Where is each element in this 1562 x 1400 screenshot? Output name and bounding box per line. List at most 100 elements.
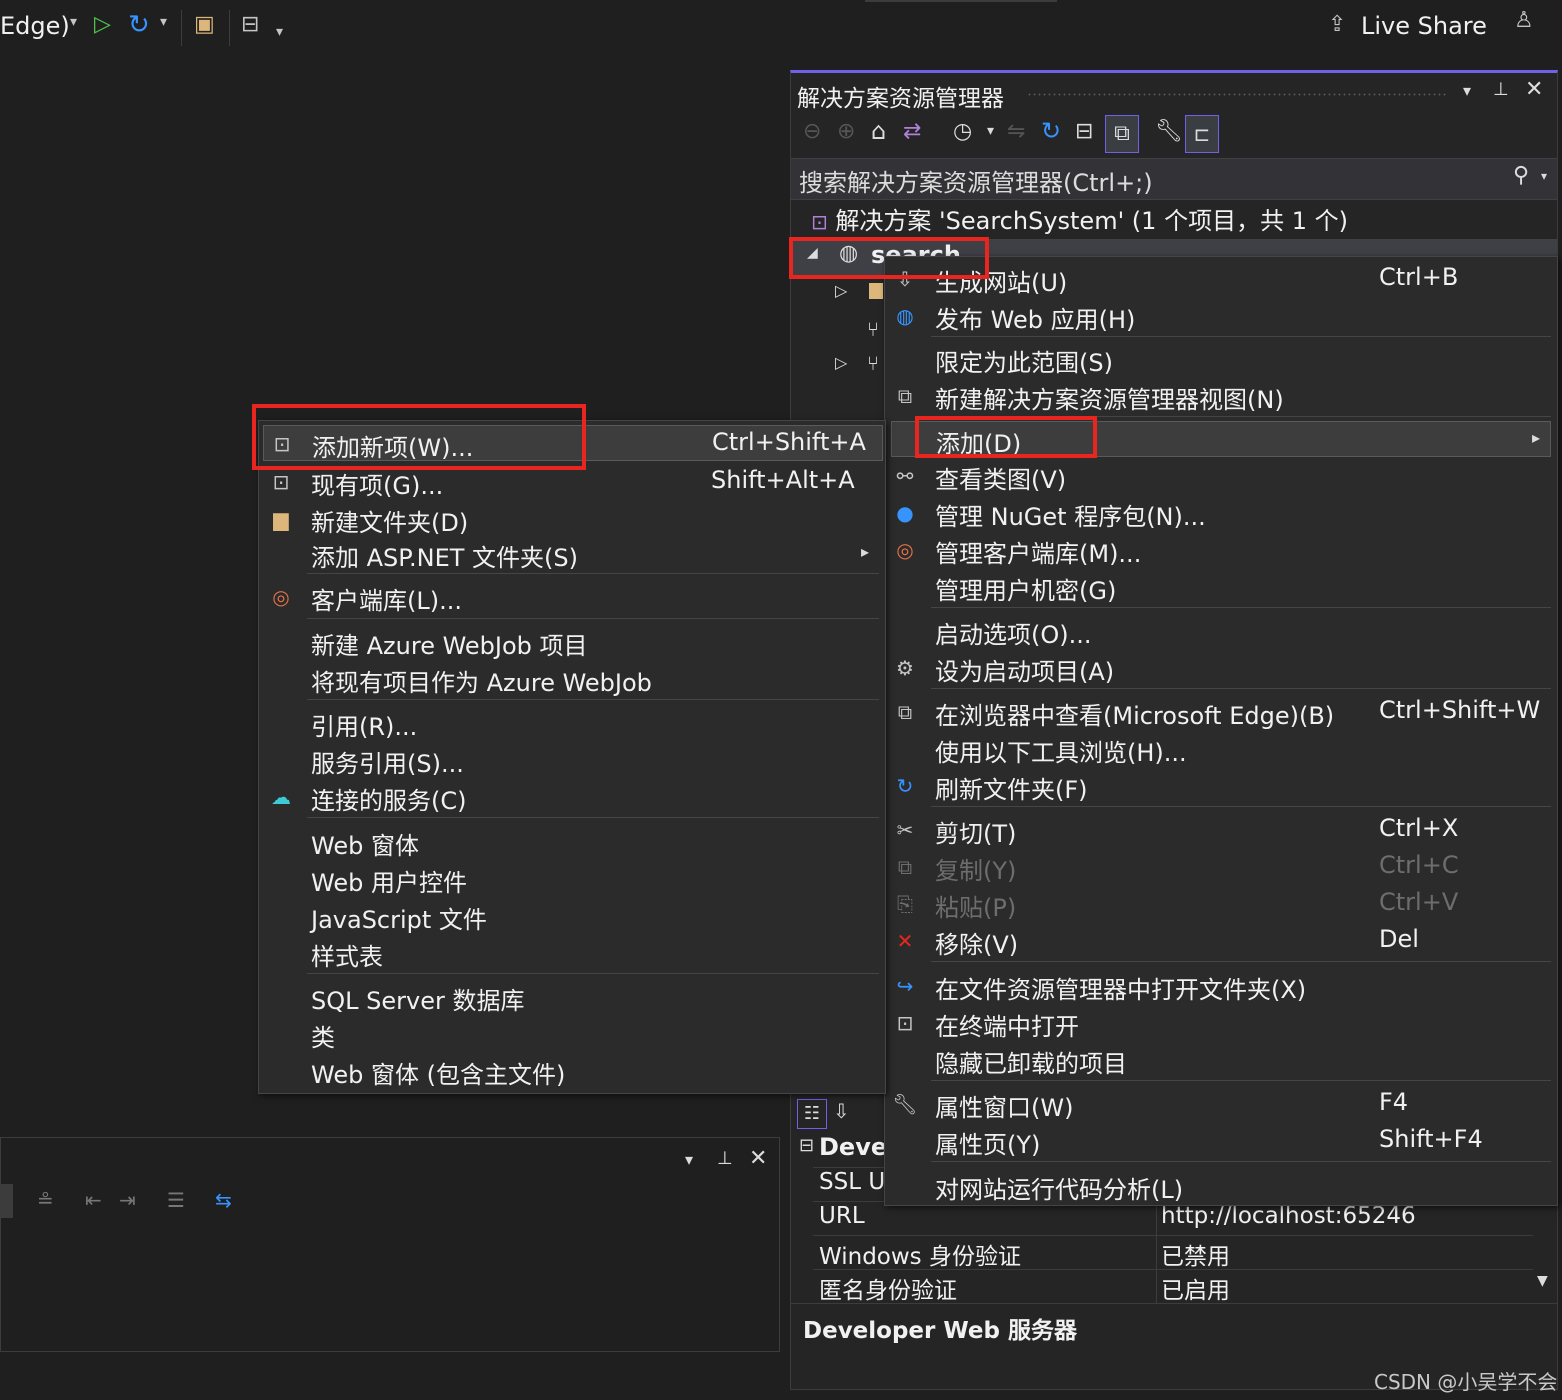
preview-selected-icon[interactable]: ⊏: [1185, 115, 1219, 153]
property-value[interactable]: http://localhost:65246: [1161, 1203, 1416, 1229]
new-folder-item[interactable]: ▆ 新建文件夹(D): [259, 501, 885, 537]
refresh-folder-item[interactable]: ↻ 刷新文件夹(F): [885, 768, 1557, 804]
close-icon[interactable]: ✕: [1525, 77, 1543, 102]
new-explorer-view-item[interactable]: ⧉ 新建解决方案资源管理器视图(N): [885, 378, 1557, 414]
terminal-icon: ⊡: [896, 1011, 914, 1035]
connected-service-item[interactable]: ☁ 连接的服务(C): [259, 779, 885, 815]
clear-all-icon[interactable]: ☰: [167, 1188, 185, 1212]
property-value[interactable]: 已启用: [1161, 1271, 1230, 1305]
open-in-file-explorer-item[interactable]: ↪ 在文件资源管理器中打开文件夹(X): [885, 968, 1557, 1004]
window-menu-icon[interactable]: ▾: [685, 1150, 693, 1169]
scissors-icon: ✂: [896, 818, 914, 842]
new-folder-icon: ▆: [273, 507, 289, 531]
existing-as-webjob-item[interactable]: 将现有项目作为 Azure WebJob: [259, 661, 885, 697]
search-input[interactable]: 搜索解决方案资源管理器(Ctrl+;): [799, 163, 1153, 198]
manage-user-secrets-item[interactable]: 管理用户机密(G): [885, 569, 1557, 605]
alphabetical-icon[interactable]: ⇩: [833, 1099, 850, 1123]
startup-options-item[interactable]: 启动选项(O)...: [885, 613, 1557, 649]
project-context-menu: ⇩ 生成网站(U) Ctrl+B ◍ 发布 Web 应用(H) 限定为此范围(S…: [884, 256, 1558, 1206]
next-message-icon[interactable]: ⇥: [119, 1188, 136, 1212]
property-name: SSL U: [819, 1169, 886, 1195]
class-item[interactable]: 类: [259, 1016, 885, 1052]
collapsed-arrow-icon[interactable]: ▷: [835, 353, 847, 372]
clear-icon[interactable]: ≗: [37, 1188, 54, 1212]
javascript-file-item[interactable]: JavaScript 文件: [259, 898, 885, 934]
collapse-all-icon[interactable]: ⊟: [1075, 119, 1093, 144]
publish-web-app-item[interactable]: ◍ 发布 Web 应用(H): [885, 298, 1557, 334]
set-startup-project-item[interactable]: ⚙ 设为启动项目(A): [885, 650, 1557, 686]
view-class-diagram-item[interactable]: ⚯ 查看类图(V): [885, 458, 1557, 494]
web-form-item[interactable]: Web 窗体: [259, 824, 885, 860]
back-icon[interactable]: ⊖: [803, 119, 821, 144]
collapse-icon[interactable]: ⊟: [799, 1135, 814, 1156]
client-library-item[interactable]: ◎ 客户端库(L)...: [259, 579, 885, 615]
copy-item[interactable]: ⧉ 复制(Y) Ctrl+C: [885, 849, 1557, 885]
cut-item[interactable]: ✂ 剪切(T) Ctrl+X: [885, 812, 1557, 848]
add-aspnet-folder-item[interactable]: 添加 ASP.NET 文件夹(S) ▸: [259, 536, 885, 572]
delete-x-icon: ✕: [896, 929, 914, 953]
live-share-button[interactable]: Live Share: [1361, 12, 1487, 40]
chevron-down-icon[interactable]: ▾: [70, 14, 77, 30]
properties-wrench-icon[interactable]: 🔧︎: [1155, 119, 1183, 144]
collapsed-arrow-icon[interactable]: ▷: [835, 281, 847, 300]
window-icon[interactable]: ⊟: [241, 12, 259, 37]
close-icon[interactable]: ✕: [749, 1146, 767, 1171]
chevron-down-icon[interactable]: ▾: [160, 14, 167, 30]
manage-client-libraries-item[interactable]: ◎ 管理客户端库(M)...: [885, 532, 1557, 568]
switch-views-icon[interactable]: ⇄: [903, 119, 921, 144]
word-wrap-icon[interactable]: ⇆: [215, 1188, 232, 1212]
home-icon[interactable]: ⌂: [871, 117, 886, 145]
wrench-icon: 🔧︎: [892, 1092, 918, 1116]
pin-icon[interactable]: ⊥: [1493, 79, 1509, 100]
sync-icon[interactable]: ⇋: [1007, 119, 1025, 144]
sql-server-database-item[interactable]: SQL Server 数据库: [259, 979, 885, 1015]
chevron-down-icon[interactable]: ▾: [1541, 169, 1547, 183]
start-without-debug-icon[interactable]: ▷: [94, 12, 111, 37]
refresh-icon[interactable]: ↻: [1041, 117, 1061, 145]
browse-with-item[interactable]: 使用以下工具浏览(H)...: [885, 731, 1557, 767]
new-azure-webjob-item[interactable]: 新建 Azure WebJob 项目: [259, 624, 885, 660]
pin-icon[interactable]: ⊥: [717, 1148, 733, 1169]
show-all-files-icon[interactable]: ⧉: [1105, 115, 1139, 153]
scope-to-this-item[interactable]: 限定为此范围(S): [885, 341, 1557, 377]
hide-unloaded-projects-item[interactable]: 隐藏已卸载的项目: [885, 1042, 1557, 1078]
stylesheet-item[interactable]: 样式表: [259, 935, 885, 971]
property-value[interactable]: 已禁用: [1161, 1237, 1230, 1271]
class-diagram-icon: ⚯: [896, 464, 914, 488]
open-in-terminal-item[interactable]: ⊡ 在终端中打开: [885, 1005, 1557, 1041]
service-reference-item[interactable]: 服务引用(S)...: [259, 742, 885, 778]
folder-icon[interactable]: ▣: [194, 12, 215, 37]
forward-icon[interactable]: ⊕: [837, 119, 855, 144]
property-section-title: Deve: [819, 1133, 888, 1161]
pending-changes-icon[interactable]: ◷: [953, 119, 972, 144]
scroll-down-icon[interactable]: ▼: [1537, 1273, 1548, 1289]
annotation-box-add: [915, 416, 1097, 458]
remove-item[interactable]: ✕ 移除(V) Del: [885, 923, 1557, 959]
property-name: Windows 身份验证: [819, 1244, 1021, 1270]
refresh-icon[interactable]: ↻: [128, 10, 150, 40]
add-submenu: ⊡ 添加新项(W)... Ctrl+Shift+A ⊡ 现有项(G)... Sh…: [258, 420, 886, 1094]
paste-item[interactable]: ⎘ 粘贴(P) Ctrl+V: [885, 886, 1557, 922]
solution-explorer-search[interactable]: 搜索解决方案资源管理器(Ctrl+;) ⚲ ▾: [791, 158, 1557, 200]
debug-target-dropdown[interactable]: Edge): [0, 12, 70, 40]
search-icon[interactable]: ⚲: [1513, 163, 1529, 188]
solution-node[interactable]: ⊡ 解决方案 'SearchSystem' (1 个项目，共 1 个): [811, 201, 1348, 236]
feedback-icon[interactable]: ♙: [1514, 8, 1534, 33]
nuget-icon: ●: [896, 501, 914, 525]
view-in-browser-item[interactable]: ⧉ 在浏览器中查看(Microsoft Edge)(B) Ctrl+Shift+…: [885, 694, 1557, 730]
share-icon: ⇪: [1328, 12, 1347, 37]
chevron-down-icon[interactable]: ▾: [987, 123, 994, 139]
property-pages-item[interactable]: 属性页(Y) Shift+F4: [885, 1123, 1557, 1159]
categorized-icon[interactable]: ☷: [797, 1099, 827, 1129]
dropdown[interactable]: [1, 1184, 13, 1218]
previous-message-icon[interactable]: ⇤: [85, 1188, 102, 1212]
window-menu-icon[interactable]: ▾: [1463, 81, 1471, 100]
web-user-control-item[interactable]: Web 用户控件: [259, 861, 885, 897]
manage-nuget-item[interactable]: ● 管理 NuGet 程序包(N)...: [885, 495, 1557, 531]
reference-item[interactable]: 引用(R)...: [259, 705, 885, 741]
properties-window-item[interactable]: 🔧︎ 属性窗口(W) F4: [885, 1086, 1557, 1122]
run-code-analysis-item[interactable]: 对网站运行代码分析(L): [885, 1168, 1557, 1204]
overflow-icon[interactable]: ▾: [276, 24, 283, 40]
gear-icon: ⚙: [896, 656, 914, 680]
web-form-master-item[interactable]: Web 窗体 (包含主文件): [259, 1053, 885, 1089]
